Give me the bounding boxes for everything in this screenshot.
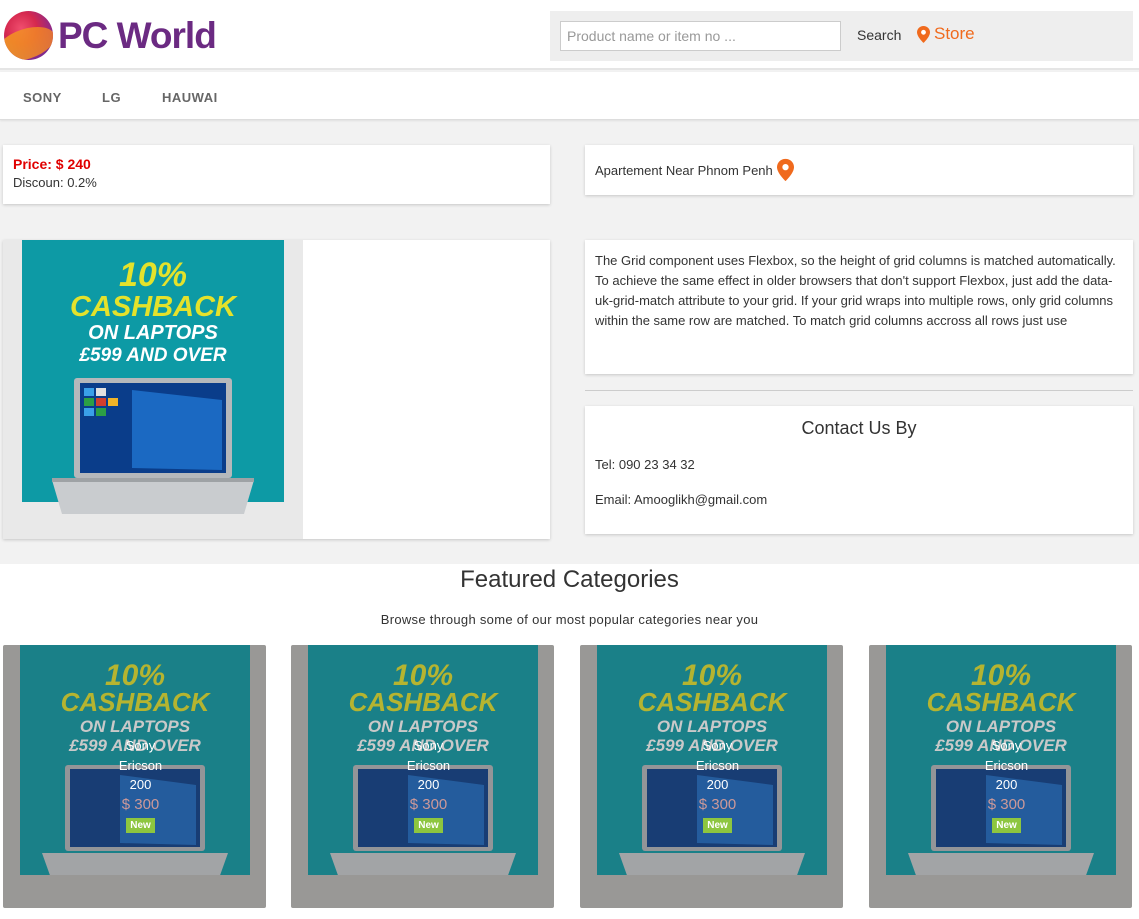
category-card-4[interactable]: 10% CASHBACK ON LAPTOPS £599 AND OVER So… [869,645,1132,908]
category-info: Sony Ericson 200 $ 300 New [869,736,1132,834]
category-info: Sony Ericson 200 $ 300 New [291,736,554,834]
new-badge: New [126,818,155,833]
search-button[interactable]: Search [857,27,901,43]
location-card: Apartement Near Phnom Penh [585,145,1133,195]
new-badge: New [703,818,732,833]
map-pin-icon [917,25,930,43]
item-model: Ericson [984,757,1029,773]
featured-title: Featured Categories [460,566,679,593]
item-price: $ 300 [121,795,160,813]
nav-item-lg[interactable]: LG [102,90,121,105]
nav-item-sony[interactable]: SONY [23,90,62,105]
divider [585,390,1133,391]
item-price: $ 300 [409,795,448,813]
price-card: Price: $ 240 Discoun: 0.2% [3,145,550,204]
promo-banner-image[interactable]: 10% CASHBACK ON LAPTOPS £599 AND OVER [22,240,284,516]
price-label: Price: $ 240 [13,156,91,172]
contact-title: Contact Us By [801,418,917,438]
brand-name: PC World [58,14,217,56]
item-price: $ 300 [698,795,737,813]
store-label: Store [934,24,975,43]
item-brand: Sony [702,738,733,753]
promo-line-3: ON LAPTOPS [88,322,218,344]
promo-line-1: 10% [119,256,187,294]
item-number: 200 [129,777,152,792]
brand-nav: SONY LG HAUWAI [0,72,1139,120]
contact-email: Email: Amooglikh@gmail.com [595,492,768,507]
search-input[interactable] [560,21,841,51]
category-card-1[interactable]: 10% CASHBACK ON LAPTOPS £599 AND OVER So… [3,645,266,908]
item-number: 200 [995,777,1018,792]
map-pin-icon [776,158,794,182]
header: PC World Search Store [0,0,1139,70]
promo-card: 10% CASHBACK ON LAPTOPS £599 AND OVER [3,240,550,539]
discount-label: Discoun: 0.2% [13,175,97,190]
item-model: Ericson [695,757,740,773]
contact-tel: Tel: 090 23 34 32 [595,457,695,472]
item-brand: Sony [125,738,156,753]
description-card: The Grid component uses Flexbox, so the … [585,240,1133,374]
category-info: Sony Ericson 200 $ 300 New [580,736,843,834]
location-text: Apartement Near Phnom Penh [595,162,773,178]
category-card-3[interactable]: 10% CASHBACK ON LAPTOPS £599 AND OVER So… [580,645,843,908]
featured-subtitle: Browse through some of our most popular … [380,612,759,627]
item-brand: Sony [413,738,444,753]
contact-card: Contact Us By Tel: 090 23 34 32 Email: A… [585,406,1133,534]
store-link[interactable]: Store [917,24,975,44]
logo-orb-icon [4,11,53,60]
item-model: Ericson [118,757,163,773]
item-brand: Sony [991,738,1022,753]
item-model: Ericson [406,757,451,773]
promo-image-frame: 10% CASHBACK ON LAPTOPS £599 AND OVER [3,240,303,539]
category-info: Sony Ericson 200 $ 300 New [3,736,266,834]
brand-logo[interactable]: PC World [4,11,217,60]
promo-line-4: £599 AND OVER [78,345,226,366]
category-card-2[interactable]: 10% CASHBACK ON LAPTOPS £599 AND OVER So… [291,645,554,908]
new-badge: New [992,818,1021,833]
new-badge: New [414,818,443,833]
item-number: 200 [417,777,440,792]
search-bar: Search Store [550,11,1133,61]
promo-line-2: CASHBACK [70,291,238,323]
item-price: $ 300 [987,795,1026,813]
description-text: The Grid component uses Flexbox, so the … [595,253,1116,328]
item-number: 200 [706,777,729,792]
laptop-icon [52,378,254,514]
nav-item-hauwai[interactable]: HAUWAI [162,90,218,105]
